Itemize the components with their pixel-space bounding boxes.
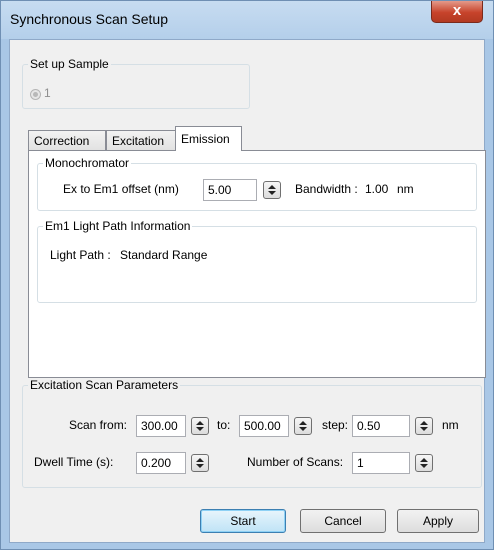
- step-spinner[interactable]: [415, 417, 433, 435]
- tab-emission[interactable]: Emission: [175, 126, 242, 151]
- light-path-value: Standard Range: [120, 248, 208, 262]
- sample-legend: Set up Sample: [30, 57, 109, 71]
- spinner-arrows-icon: [268, 185, 276, 195]
- scan-params-legend: Excitation Scan Parameters: [30, 378, 179, 392]
- title-bar[interactable]: Synchronous Scan Setup x: [1, 1, 493, 39]
- step-label: step:: [322, 418, 349, 432]
- num-scans-spinner[interactable]: [415, 454, 433, 472]
- apply-button[interactable]: Apply: [397, 509, 479, 533]
- spinner-arrows-icon: [196, 421, 204, 431]
- scan-from-input[interactable]: [136, 415, 186, 437]
- sample-group: Set up Sample: [22, 57, 250, 109]
- tab-label: Emission: [181, 132, 230, 146]
- to-input[interactable]: [239, 415, 289, 437]
- scan-from-label: Scan from:: [69, 418, 128, 432]
- tab-label: Correction: [34, 134, 90, 148]
- step-unit: nm: [442, 418, 459, 432]
- spinner-arrows-icon: [196, 458, 204, 468]
- tab-excitation[interactable]: Excitation: [106, 130, 176, 150]
- cancel-button[interactable]: Cancel: [300, 509, 386, 533]
- start-button[interactable]: Start: [200, 509, 286, 533]
- dialog-body: Set up Sample 1 Correction Excitation Em…: [9, 39, 486, 543]
- tab-panel-emission: Monochromator Ex to Em1 offset (nm) Band…: [28, 150, 486, 378]
- offset-input[interactable]: [203, 179, 257, 201]
- dialog-window: Synchronous Scan Setup x Set up Sample 1…: [0, 0, 494, 550]
- light-path-label: Light Path :: [50, 248, 111, 262]
- tab-correction[interactable]: Correction: [28, 130, 106, 150]
- dwell-time-input[interactable]: [136, 452, 186, 474]
- num-scans-label: Number of Scans:: [247, 455, 344, 469]
- bandwidth-unit: nm: [397, 182, 414, 196]
- bandwidth-value: 1.00: [365, 182, 389, 196]
- monochromator-legend: Monochromator: [45, 156, 130, 170]
- spinner-arrows-icon: [299, 421, 307, 431]
- sample-radio-1[interactable]: [30, 89, 41, 100]
- tab-label: Excitation: [112, 134, 165, 148]
- sample-radio-label: 1: [44, 86, 51, 100]
- spinner-arrows-icon: [420, 421, 428, 431]
- scan-from-spinner[interactable]: [191, 417, 209, 435]
- num-scans-input[interactable]: [352, 452, 410, 474]
- window-title: Synchronous Scan Setup: [10, 11, 168, 27]
- offset-spinner[interactable]: [263, 181, 281, 199]
- offset-label: Ex to Em1 offset (nm): [63, 182, 179, 196]
- light-path-legend: Em1 Light Path Information: [45, 219, 191, 233]
- dwell-time-label: Dwell Time (s):: [34, 455, 114, 469]
- bandwidth-label: Bandwidth :: [295, 182, 358, 196]
- to-label: to:: [217, 418, 231, 432]
- dwell-time-spinner[interactable]: [191, 454, 209, 472]
- spinner-arrows-icon: [420, 458, 428, 468]
- close-button[interactable]: x: [431, 1, 483, 23]
- to-spinner[interactable]: [294, 417, 312, 435]
- step-input[interactable]: [352, 415, 410, 437]
- close-icon: x: [452, 2, 462, 19]
